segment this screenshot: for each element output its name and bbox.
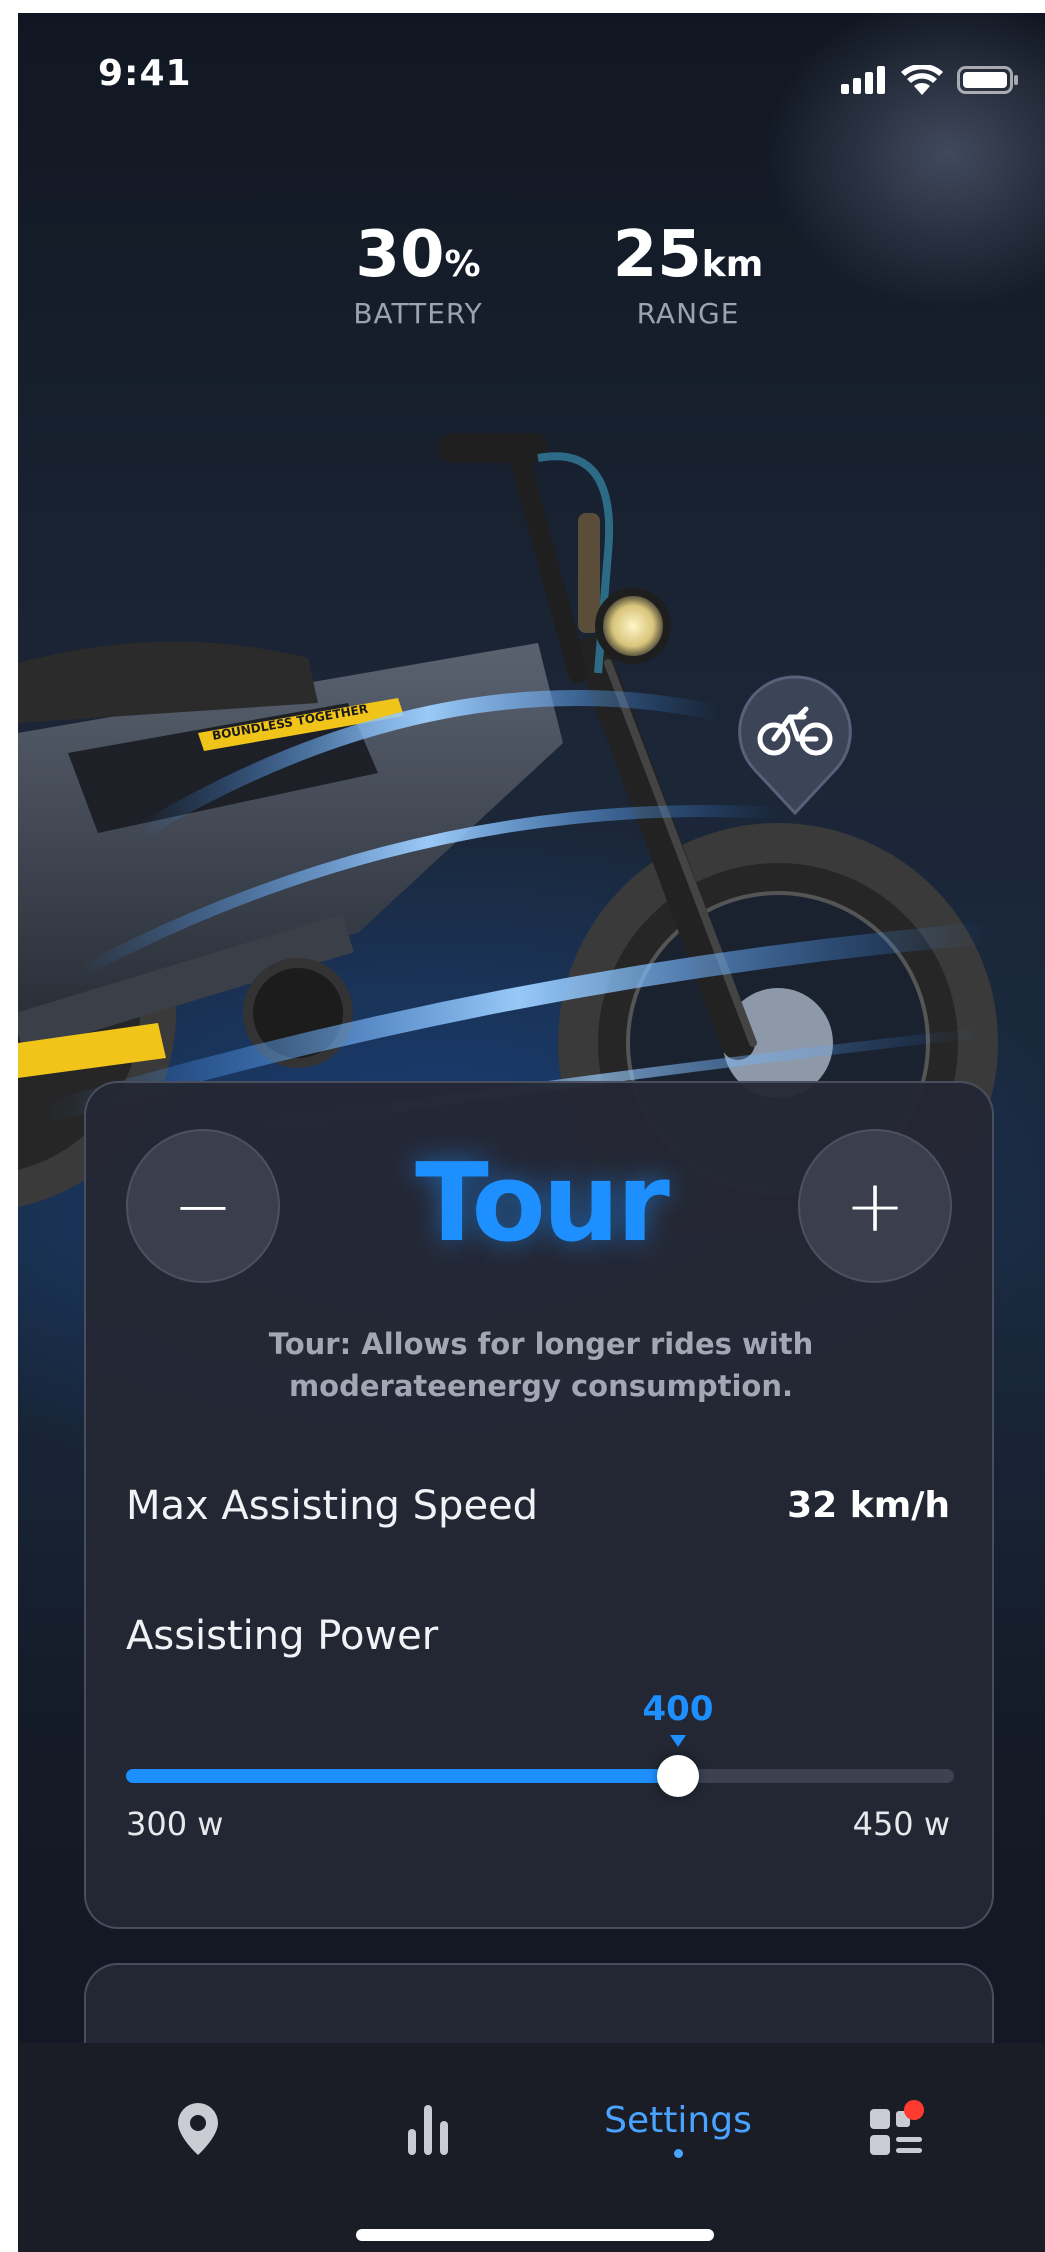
bar-chart-icon bbox=[408, 2105, 448, 2155]
slider-min-label: 300 w bbox=[126, 1805, 224, 1843]
tab-settings[interactable]: Settings bbox=[578, 2089, 778, 2169]
slider-thumb[interactable] bbox=[657, 1755, 699, 1797]
slider-fill bbox=[126, 1769, 678, 1783]
battery-unit: % bbox=[444, 244, 481, 285]
range-value-row: 25km bbox=[588, 223, 788, 287]
notification-badge bbox=[904, 2100, 924, 2120]
status-icons bbox=[841, 65, 1019, 95]
assist-power-slider[interactable] bbox=[126, 1755, 954, 1797]
max-speed-value: 32 km/h bbox=[787, 1485, 950, 1526]
headlamp bbox=[595, 588, 671, 664]
tab-map[interactable] bbox=[148, 2089, 248, 2169]
assist-mode-card: − Tour + Tour: Allows for longer rides w… bbox=[84, 1081, 994, 1929]
slider-value-label: 400 bbox=[642, 1689, 714, 1729]
tab-stats[interactable] bbox=[378, 2089, 478, 2169]
tab-bar: Settings bbox=[18, 2043, 1045, 2252]
range-label: RANGE bbox=[636, 297, 740, 330]
home-indicator[interactable] bbox=[356, 2229, 714, 2241]
battery-value: 30 bbox=[355, 218, 445, 292]
location-pin-icon bbox=[178, 2103, 218, 2155]
decrease-mode-button[interactable]: − bbox=[126, 1129, 280, 1283]
battery-icon bbox=[957, 66, 1018, 94]
battery-value-row: 30% bbox=[318, 223, 518, 287]
cellular-signal-icon bbox=[841, 66, 885, 94]
grid-menu-icon bbox=[870, 2100, 924, 2155]
battery-stat: 30% BATTERY bbox=[318, 223, 518, 330]
slider-max-label: 450 w bbox=[852, 1805, 950, 1843]
slider-value-caret bbox=[670, 1735, 686, 1747]
tab-settings-label: Settings bbox=[604, 2100, 752, 2141]
max-speed-label: Max Assisting Speed bbox=[126, 1483, 539, 1529]
range-unit: km bbox=[701, 244, 764, 285]
app-screen: 9:41 30% BATTERY 25km RANGE BOUNDLESS TO… bbox=[18, 13, 1045, 2252]
tab-apps[interactable] bbox=[848, 2089, 948, 2169]
assist-power-label: Assisting Power bbox=[126, 1613, 439, 1659]
range-stat: 25km RANGE bbox=[588, 223, 788, 330]
wifi-icon bbox=[901, 65, 943, 95]
assist-mode-name: Tour bbox=[415, 1141, 670, 1266]
range-value: 25 bbox=[612, 218, 702, 292]
battery-label: BATTERY bbox=[353, 297, 483, 330]
status-time: 9:41 bbox=[98, 53, 192, 94]
active-tab-indicator bbox=[673, 2149, 683, 2158]
bicycle-icon[interactable] bbox=[736, 673, 854, 821]
mode-description: Tour: Allows for longer rides with moder… bbox=[268, 1327, 814, 1404]
increase-mode-button[interactable]: + bbox=[798, 1129, 952, 1283]
